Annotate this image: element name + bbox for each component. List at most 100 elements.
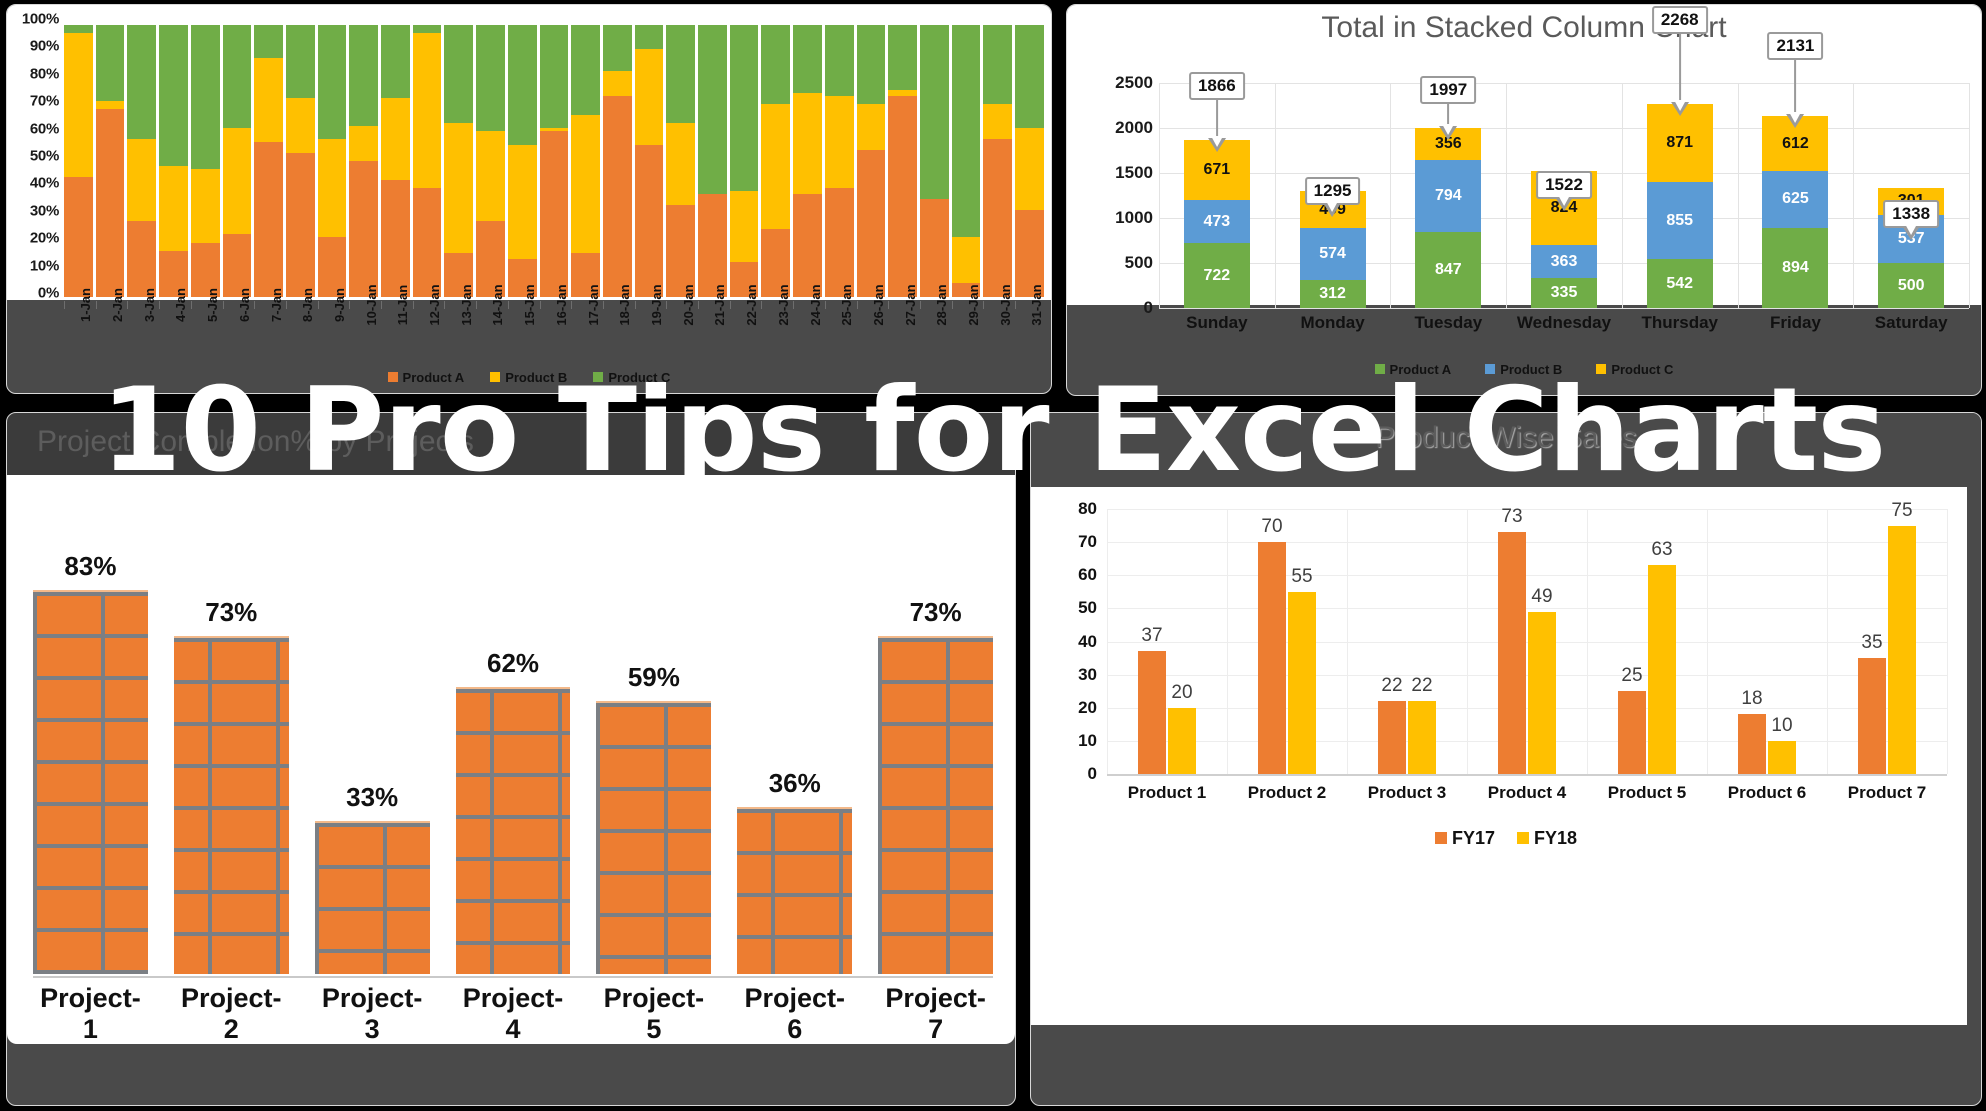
bar-column[interactable] (476, 25, 505, 297)
bar-column[interactable] (64, 25, 93, 297)
bar-column[interactable] (349, 25, 379, 297)
column-group[interactable]: 824 363 335 1522 (1506, 83, 1622, 308)
chart-legend[interactable]: Product A Product B Product C (7, 363, 1051, 391)
bar-column[interactable] (507, 25, 537, 297)
segment-product-a (824, 188, 854, 297)
bar-column[interactable] (856, 25, 886, 297)
bar-column[interactable]: 36% (737, 511, 853, 974)
chart-legend[interactable]: Product A Product B Product C (1067, 357, 1981, 381)
chart-panel-project-completion[interactable]: Project Completion% by Projects 83% 73% 33… (6, 412, 1016, 1106)
legend-item-1[interactable]: Product A (387, 370, 464, 385)
legend-item-2[interactable]: Product B (1485, 362, 1562, 377)
bar-column[interactable] (159, 25, 188, 297)
bar-fy18[interactable]: 10 (1768, 715, 1796, 774)
brick-bar[interactable] (455, 686, 571, 974)
legend-item-1[interactable]: FY17 (1434, 827, 1495, 849)
chart-panel-100-percent-stacked[interactable]: 100% 90% 80% 70% 60% 50% 40% 30% 20% 10% 0% 1-Jan 2… (6, 4, 1052, 394)
bar-fy17[interactable]: 73 (1498, 506, 1526, 774)
legend-label: FY17 (1451, 827, 1495, 848)
stacked-bar[interactable]: 871 855 542 (1646, 103, 1713, 308)
brick-bar[interactable] (33, 589, 148, 974)
bar-column[interactable] (571, 25, 600, 297)
brick-bar[interactable] (596, 700, 712, 974)
bar-fy18[interactable]: 22 (1408, 675, 1436, 774)
column-group[interactable]: 356 794 847 1997 (1390, 76, 1506, 308)
stacked-bar[interactable]: 356 794 847 (1415, 128, 1482, 308)
stacked-bar[interactable]: 671 473 722 (1183, 140, 1250, 308)
bar-column[interactable] (190, 25, 220, 297)
column-group[interactable]: 22 22 (1347, 509, 1467, 774)
bar-column[interactable] (951, 25, 981, 297)
bar-column[interactable] (919, 25, 949, 297)
bar-column[interactable] (1015, 25, 1044, 297)
bar-value-label: 73 (1501, 506, 1523, 528)
bar-column[interactable] (634, 25, 664, 297)
bar-fy18[interactable]: 55 (1288, 566, 1316, 774)
column-group[interactable]: 3015375001338 (1853, 83, 1969, 308)
x-label-slot: 24-Jan (793, 284, 823, 363)
bar-column[interactable] (983, 25, 1013, 297)
bar-column[interactable]: 59% (596, 511, 712, 974)
chart-panel-total-stacked-column[interactable]: Total in Stacked Column Chart 0 500 1000 15… (1066, 4, 1982, 396)
bar-column[interactable]: 73% (878, 511, 994, 974)
column-group[interactable]: 25 63 (1587, 509, 1707, 774)
total-callout: 1997 (1420, 76, 1477, 141)
bar-column[interactable] (602, 25, 632, 297)
brick-bar[interactable] (173, 636, 289, 974)
bar-fy17[interactable]: 35 (1858, 632, 1886, 774)
bar-column[interactable] (127, 25, 157, 297)
legend-item-3[interactable]: Product C (593, 370, 670, 385)
brick-bar[interactable] (878, 636, 994, 974)
brick-bar[interactable] (314, 821, 430, 974)
chart-panel-product-wise-sales[interactable]: Product Wise Sales 0 10 20 30 40 50 60 70 80 37 2… (1030, 412, 1982, 1106)
bar-column[interactable] (444, 25, 474, 297)
bar-column[interactable] (888, 25, 917, 297)
bar-fy18[interactable]: 49 (1528, 586, 1556, 774)
bar-fy17[interactable]: 37 (1138, 625, 1166, 774)
bar-column[interactable] (698, 25, 727, 297)
bar-column[interactable] (412, 25, 442, 297)
bar-fy17[interactable]: 70 (1258, 516, 1286, 774)
bar-fy17[interactable]: 18 (1738, 688, 1766, 774)
legend-item-2[interactable]: FY18 (1517, 828, 1577, 849)
bar-column[interactable]: 33% (314, 511, 430, 974)
bar-column[interactable] (539, 25, 569, 297)
column-group[interactable]: 671 473 722 1866 (1159, 72, 1275, 308)
legend-item-2[interactable]: Product B (490, 370, 567, 385)
legend-item-1[interactable]: Product A (1374, 362, 1451, 377)
bar-column[interactable] (381, 25, 410, 297)
bar-column[interactable]: 83% (33, 511, 148, 974)
bar-column[interactable] (317, 25, 347, 297)
chart-legend[interactable]: FY17 FY18 (1031, 825, 1981, 851)
segment-product-c (64, 25, 93, 34)
bar-fy18[interactable]: 63 (1648, 539, 1676, 774)
bar-column[interactable] (254, 25, 283, 297)
segment-product-a (285, 152, 315, 297)
column-group[interactable]: 73 49 (1467, 506, 1587, 774)
bar-column[interactable]: 62% (455, 511, 571, 974)
bar-column[interactable] (824, 25, 854, 297)
column-group[interactable]: 612 625 894 2131 (1738, 32, 1854, 308)
bar-column[interactable] (793, 25, 822, 297)
bar-fy17[interactable]: 25 (1618, 665, 1646, 774)
bar-column[interactable] (95, 25, 125, 297)
y-tick-label: 60 (1078, 565, 1097, 585)
stacked-bar[interactable]: 612 625 894 (1762, 116, 1829, 308)
column-group[interactable]: 70 55 (1227, 509, 1347, 774)
column-group[interactable]: 37 20 (1107, 509, 1227, 774)
brick-bar[interactable] (737, 807, 853, 974)
bar-fy18[interactable]: 20 (1168, 682, 1196, 774)
column-group[interactable]: 409 574 312 1295 (1275, 83, 1391, 308)
column-group[interactable]: 35 75 (1827, 500, 1947, 774)
bar-column[interactable] (666, 25, 696, 297)
bar-column[interactable] (729, 25, 759, 297)
column-group[interactable]: 18 10 (1707, 509, 1827, 774)
legend-item-3[interactable]: Product C (1596, 362, 1673, 377)
bar-fy17[interactable]: 22 (1378, 675, 1406, 774)
bar-column[interactable] (285, 25, 315, 297)
bar-column[interactable] (761, 25, 791, 297)
bar-column[interactable] (222, 25, 252, 297)
bar-fy18[interactable]: 75 (1888, 500, 1916, 774)
bar-column[interactable]: 73% (173, 511, 289, 974)
column-group[interactable]: 871 855 542 2268 (1622, 5, 1738, 308)
